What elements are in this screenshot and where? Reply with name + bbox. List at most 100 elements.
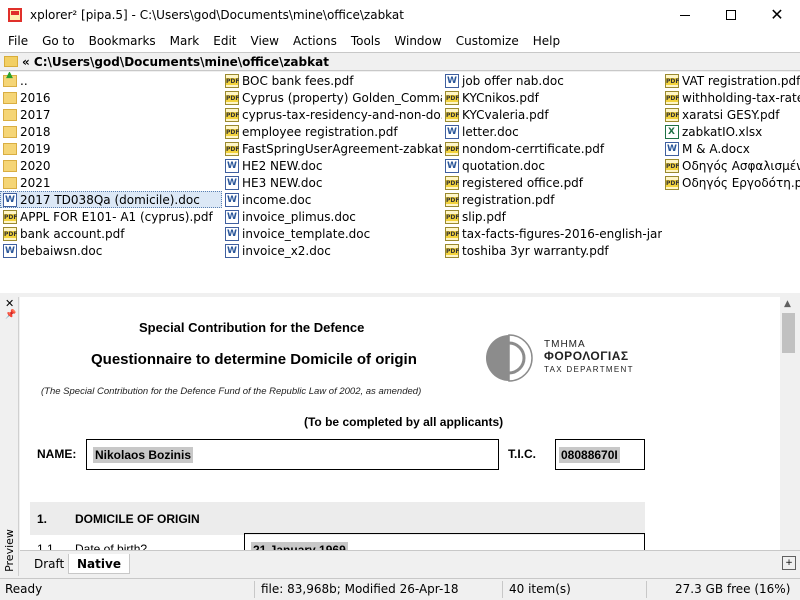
close-preview-icon[interactable]: ✕ (5, 297, 14, 310)
file-name: Οδηγός Ασφαλισμένο (682, 158, 800, 173)
tab-native[interactable]: Native (68, 554, 130, 574)
pdf-icon (3, 209, 17, 224)
scroll-up-icon[interactable]: ▲ (784, 299, 791, 309)
menu-view[interactable]: View (244, 31, 286, 51)
file-item[interactable]: 2017 (0, 106, 222, 123)
file-list[interactable]: .. 2016 2017 2018 2019 2020 2021 2017 TD038Qa (… (0, 72, 800, 293)
file-item[interactable]: 2017 TD038Qa (domicile).doc (0, 191, 222, 208)
file-item[interactable]: Cyprus (property) Golden_Comman... (222, 89, 442, 106)
file-item[interactable]: nondom-cerrtificate.pdf (442, 140, 662, 157)
file-name: 2017 (20, 107, 51, 122)
minimize-button[interactable] (662, 0, 708, 30)
menu-window[interactable]: Window (387, 31, 448, 51)
file-item[interactable]: HE2 NEW.doc (222, 157, 442, 174)
file-item[interactable]: HE3 NEW.doc (222, 174, 442, 191)
subsection-number: 1.1 (37, 542, 54, 550)
file-item[interactable]: APPL FOR E101- A1 (cyprus).pdf (0, 208, 222, 225)
file-item[interactable]: withholding-tax-rates (662, 89, 800, 106)
scroll-thumb[interactable] (782, 313, 795, 353)
pdf-icon (225, 90, 239, 105)
file-item[interactable]: invoice_template.doc (222, 225, 442, 242)
file-name: slip.pdf (462, 209, 506, 224)
pdf-icon (445, 141, 459, 156)
file-item[interactable]: FastSpringUserAgreement-zabkat.pdf (222, 140, 442, 157)
pin-icon[interactable]: 📌 (5, 310, 16, 320)
address-bar[interactable]: « C:\Users\god\Documents\mine\office\zab… (0, 52, 800, 71)
file-name: letter.doc (462, 124, 519, 139)
file-item[interactable]: 2021 (0, 174, 222, 191)
file-item[interactable]: 2020 (0, 157, 222, 174)
file-item[interactable]: letter.doc (442, 123, 662, 140)
file-name: registration.pdf (462, 192, 555, 207)
address-path[interactable]: « C:\Users\god\Documents\mine\office\zab… (22, 55, 329, 69)
word-doc-icon (225, 243, 239, 258)
menu-help[interactable]: Help (526, 31, 567, 51)
file-name: invoice_plimus.doc (242, 209, 356, 224)
menu-tools[interactable]: Tools (344, 31, 388, 51)
file-item[interactable]: xaratsi GESY.pdf (662, 106, 800, 123)
file-item[interactable]: tax-facts-figures-2016-english-janu... (442, 225, 662, 242)
file-item[interactable]: Οδηγός Εργοδότη.pdf (662, 174, 800, 191)
file-name: HE3 NEW.doc (242, 175, 323, 190)
menu-mark[interactable]: Mark (163, 31, 207, 51)
file-item[interactable]: income.doc (222, 191, 442, 208)
excel-icon (665, 124, 679, 139)
file-item[interactable]: 2018 (0, 123, 222, 140)
file-item[interactable]: zabkatIO.xlsx (662, 123, 800, 140)
name-label: NAME: (37, 447, 77, 461)
file-item[interactable]: cyprus-tax-residency-and-non-do... (222, 106, 442, 123)
file-name: job offer nab.doc (462, 73, 564, 88)
file-column-3: job offer nab.doc KYCnikos.pdf KYCvaleria.… (442, 72, 662, 259)
file-item[interactable]: toshiba 3yr warranty.pdf (442, 242, 662, 259)
file-item[interactable]: invoice_plimus.doc (222, 208, 442, 225)
menu-customize[interactable]: Customize (449, 31, 526, 51)
preview-pane[interactable]: Special Contribution for the Defence Que… (20, 297, 780, 550)
menu-goto[interactable]: Go to (35, 31, 82, 51)
file-item[interactable]: KYCvaleria.pdf (442, 106, 662, 123)
file-item[interactable]: Οδηγός Ασφαλισμένο (662, 157, 800, 174)
file-item[interactable]: job offer nab.doc (442, 72, 662, 89)
file-item[interactable]: VAT registration.pdf (662, 72, 800, 89)
folder-icon (3, 109, 17, 121)
word-doc-icon (225, 175, 239, 190)
file-item[interactable]: BOC bank fees.pdf (222, 72, 442, 89)
file-name: APPL FOR E101- A1 (cyprus).pdf (20, 209, 213, 224)
menu-actions[interactable]: Actions (286, 31, 344, 51)
file-item[interactable]: 2016 (0, 89, 222, 106)
file-item[interactable]: registration.pdf (442, 191, 662, 208)
menu-file[interactable]: File (1, 31, 35, 51)
status-divider (254, 581, 255, 598)
close-button[interactable]: ✕ (754, 0, 800, 30)
file-name: quotation.doc (462, 158, 545, 173)
file-item[interactable]: bank account.pdf (0, 225, 222, 242)
file-item[interactable]: invoice_x2.doc (222, 242, 442, 259)
tab-draft[interactable]: Draft (26, 554, 72, 574)
pdf-icon (445, 90, 459, 105)
pdf-icon (445, 107, 459, 122)
pdf-icon (445, 243, 459, 258)
file-item[interactable]: 2019 (0, 140, 222, 157)
file-name: Cyprus (property) Golden_Comman... (242, 90, 442, 105)
file-item[interactable]: slip.pdf (442, 208, 662, 225)
dock-toggle-icon[interactable]: + (782, 556, 796, 570)
tax-department-logo (486, 334, 533, 382)
pdf-icon (665, 73, 679, 88)
maximize-button[interactable] (708, 0, 754, 30)
file-item[interactable]: registered office.pdf (442, 174, 662, 191)
preview-scrollbar[interactable]: ▲ (780, 297, 797, 550)
menu-edit[interactable]: Edit (206, 31, 243, 51)
file-item[interactable]: bebaiwsn.doc (0, 242, 222, 259)
file-name: M & A.docx (682, 141, 750, 156)
pdf-icon (225, 124, 239, 139)
file-item[interactable]: M & A.docx (662, 140, 800, 157)
file-item[interactable]: KYCnikos.pdf (442, 89, 662, 106)
file-item[interactable]: quotation.doc (442, 157, 662, 174)
pdf-icon (3, 226, 17, 241)
file-name: HE2 NEW.doc (242, 158, 323, 173)
file-item[interactable]: employee registration.pdf (222, 123, 442, 140)
tax-line-3: TAX DEPARTMENT (544, 365, 634, 375)
menu-bookmarks[interactable]: Bookmarks (82, 31, 163, 51)
maximize-icon (726, 10, 736, 20)
pdf-icon (665, 90, 679, 105)
file-item[interactable]: .. (0, 72, 222, 89)
